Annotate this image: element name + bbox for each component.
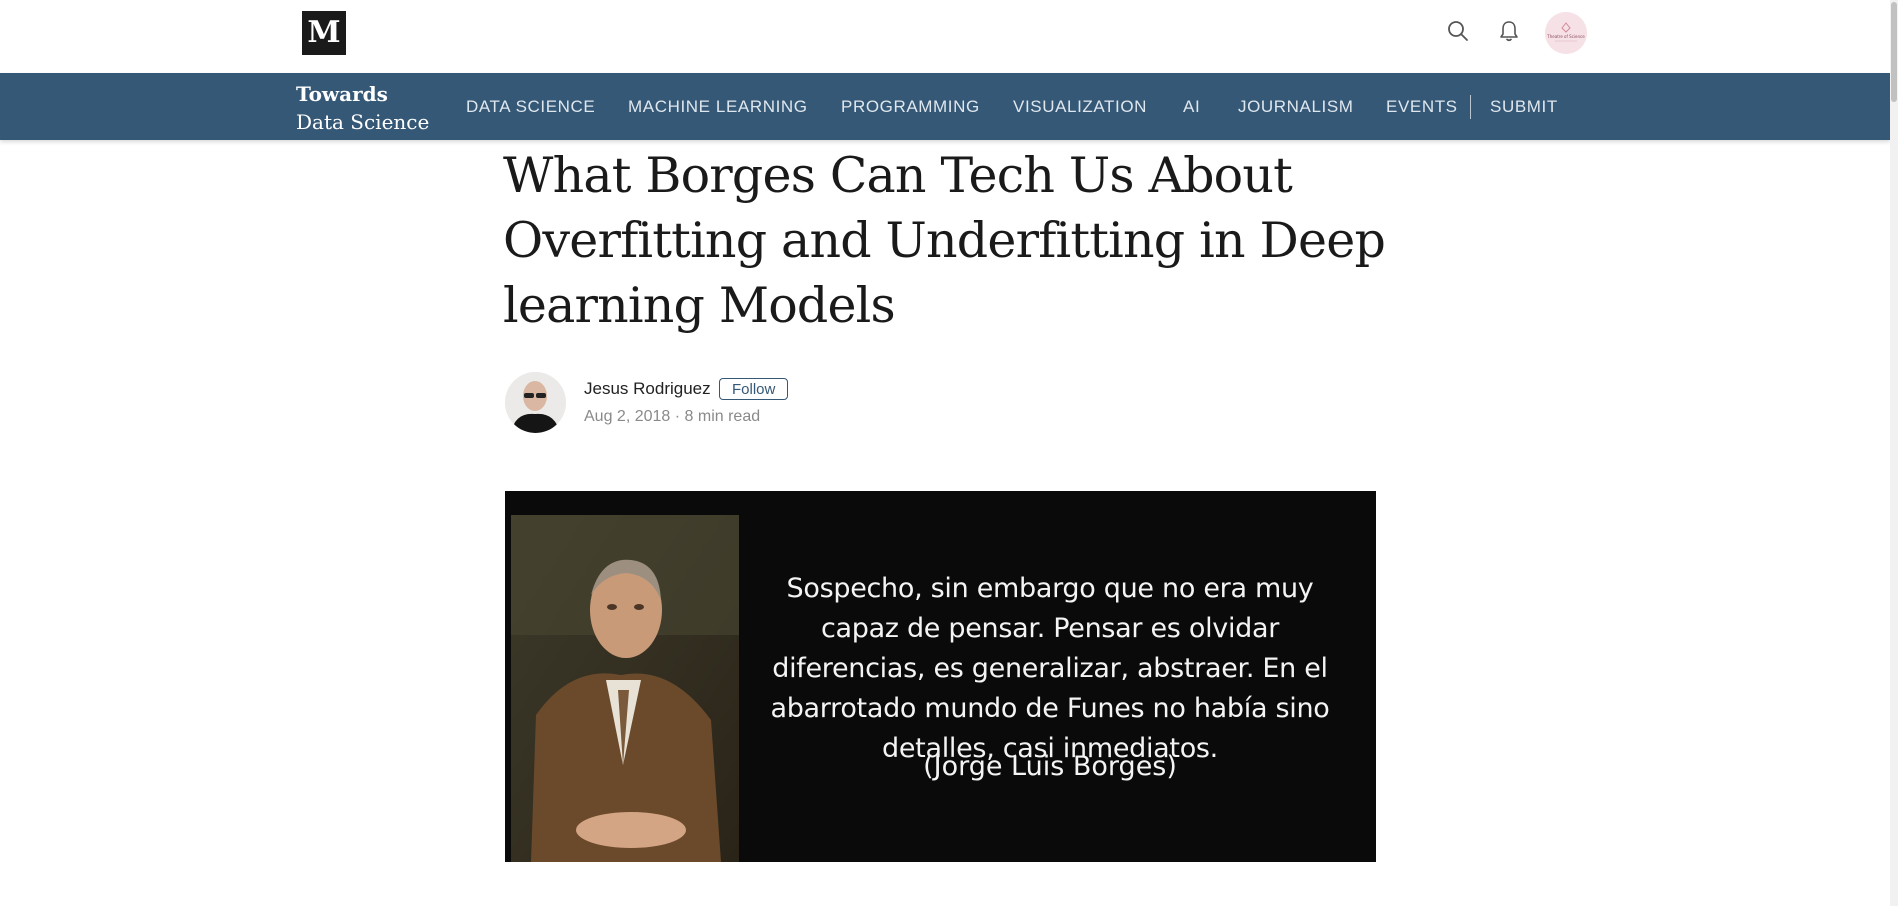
publication-logo[interactable]: Towards Data Science [296, 80, 429, 136]
author-avatar[interactable] [505, 372, 566, 433]
follow-button[interactable]: Follow [719, 378, 789, 400]
nav-data-science[interactable]: DATA SCIENCE [466, 97, 595, 117]
hero-quote-author: (Jorge Luis Borges) [923, 751, 1177, 782]
search-button[interactable] [1445, 18, 1471, 44]
article-meta: Aug 2, 2018 · 8 min read [584, 408, 760, 426]
hero-image: Sospecho, sin embargo que no era muy cap… [505, 491, 1376, 862]
nav-journalism[interactable]: JOURNALISM [1238, 97, 1354, 117]
hero-quote: Sospecho, sin embargo que no era muy cap… [770, 573, 1330, 764]
nav-machine-learning[interactable]: MACHINE LEARNING [628, 97, 808, 117]
author-name[interactable]: Jesus Rodriguez [584, 379, 711, 399]
scrollbar-thumb[interactable] [1891, 2, 1897, 102]
borges-portrait [511, 515, 739, 862]
publish-date: Aug 2, 2018 [584, 408, 671, 425]
publication-name-line1: Towards [296, 82, 388, 106]
author-photo [505, 372, 566, 433]
medium-logo[interactable]: M [302, 11, 346, 55]
top-bar: M Theatre of Science [0, 0, 1890, 73]
bell-icon [1500, 21, 1518, 42]
user-avatar[interactable]: Theatre of Science [1545, 12, 1587, 54]
nav-visualization[interactable]: VISUALIZATION [1013, 97, 1147, 117]
avatar-text: Theatre of Science [1546, 34, 1585, 39]
publication-name-line2: Data Science [296, 110, 430, 134]
publication-nav: Towards Data Science DATA SCIENCE MACHIN… [0, 73, 1890, 140]
article-title: What Borges Can Tech Us About Overfittin… [503, 147, 1386, 334]
nav-submit[interactable]: SUBMIT [1490, 97, 1558, 117]
notifications-button[interactable] [1496, 18, 1522, 44]
nav-programming[interactable]: PROGRAMMING [841, 97, 980, 117]
meta-separator: · [674, 408, 681, 425]
avatar-logo: Theatre of Science [1545, 12, 1587, 54]
scrollbar[interactable] [1890, 0, 1898, 906]
read-time: 8 min read [684, 408, 761, 425]
nav-ai[interactable]: AI [1183, 97, 1200, 117]
search-icon [1448, 21, 1468, 41]
nav-divider [1470, 95, 1471, 119]
nav-events[interactable]: EVENTS [1386, 97, 1458, 117]
